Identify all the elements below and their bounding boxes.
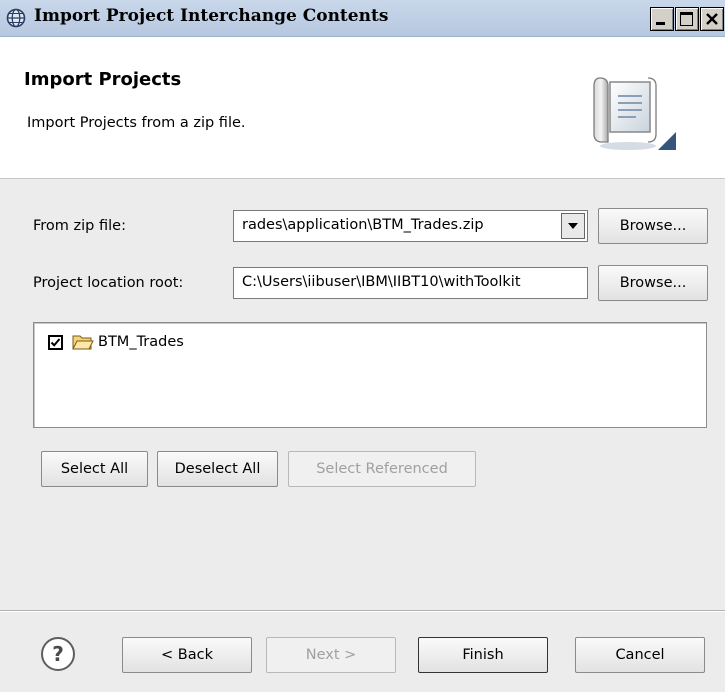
wizard-header: Import Projects Import Projects from a z… <box>0 37 725 179</box>
page-description: Import Projects from a zip file. <box>27 115 246 131</box>
finish-button[interactable]: Finish <box>418 637 548 673</box>
select-referenced-button[interactable]: Select Referenced <box>288 451 476 487</box>
zip-browse-button[interactable]: Browse... <box>598 208 708 244</box>
window-title: Import Project Interchange Contents <box>34 6 389 26</box>
location-root-value: C:\Users\iibuser\IBM\IIBT10\withToolkit <box>242 274 521 290</box>
deselect-all-button[interactable]: Deselect All <box>157 451 278 487</box>
checkmark-icon <box>50 337 61 347</box>
globe-icon <box>6 8 26 28</box>
select-all-button[interactable]: Select All <box>41 451 148 487</box>
maximize-icon <box>680 12 693 26</box>
zip-file-value: rades\application\BTM_Trades.zip <box>242 217 484 233</box>
cancel-button[interactable]: Cancel <box>575 637 705 673</box>
help-button[interactable]: ? <box>41 637 75 671</box>
close-button[interactable] <box>700 7 724 31</box>
combo-dropdown-button[interactable] <box>561 213 585 239</box>
zip-file-label: From zip file: <box>33 218 126 234</box>
back-button[interactable]: < Back <box>122 637 252 673</box>
minimize-icon <box>656 22 665 25</box>
location-root-label: Project location root: <box>33 275 184 291</box>
project-list[interactable]: BTM_Trades <box>33 322 707 428</box>
root-browse-button[interactable]: Browse... <box>598 265 708 301</box>
minimize-button[interactable] <box>650 7 674 31</box>
folder-icon <box>72 335 94 350</box>
window-controls <box>650 7 725 31</box>
next-button[interactable]: Next > <box>266 637 396 673</box>
import-wizard-icon <box>593 77 676 150</box>
zip-file-combo[interactable]: rades\application\BTM_Trades.zip <box>233 210 588 242</box>
footer-separator <box>0 610 725 612</box>
title-bar[interactable]: Import Project Interchange Contents <box>0 0 725 37</box>
close-icon <box>706 13 718 25</box>
list-item[interactable]: BTM_Trades <box>48 333 184 351</box>
project-name: BTM_Trades <box>98 334 184 350</box>
chevron-down-icon <box>568 223 578 229</box>
page-title: Import Projects <box>24 69 182 90</box>
maximize-button[interactable] <box>675 7 699 31</box>
help-icon: ? <box>52 642 64 666</box>
location-root-field[interactable]: C:\Users\iibuser\IBM\IIBT10\withToolkit <box>233 267 588 299</box>
project-checkbox[interactable] <box>48 334 63 350</box>
